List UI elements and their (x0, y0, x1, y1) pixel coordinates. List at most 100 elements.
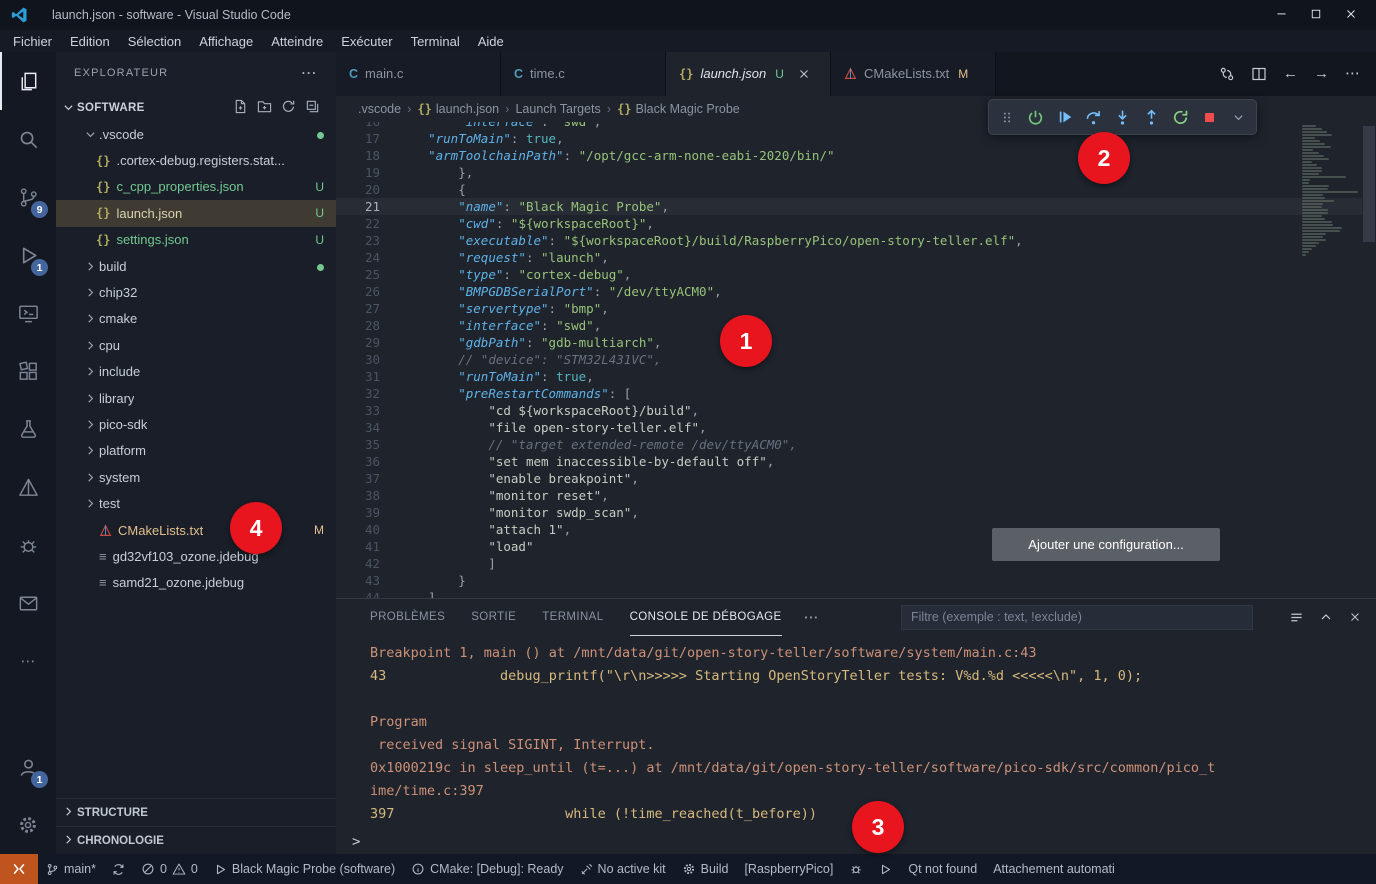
status-cmake-kit[interactable]: No active kit (572, 862, 674, 876)
activity-search[interactable] (0, 110, 56, 168)
tab-launch.json[interactable]: {}launch.jsonU (666, 52, 831, 96)
tree-item-samd21_ozone.jdebug[interactable]: ≡samd21_ozone.jdebug (56, 570, 336, 596)
menu-fichier[interactable]: Fichier (4, 34, 61, 49)
minimize-button[interactable] (1275, 7, 1288, 23)
activity-remote-explorer[interactable] (0, 284, 56, 342)
menu-terminal[interactable]: Terminal (402, 34, 469, 49)
new-folder-button[interactable] (257, 99, 272, 117)
tree-item-CMakeLists.txt[interactable]: CMakeLists.txtM (56, 517, 336, 543)
section-header-chronologie[interactable]: CHRONOLOGIE (56, 826, 336, 854)
maximize-button[interactable] (1310, 8, 1322, 23)
activity-cmake[interactable] (0, 458, 56, 516)
menu-atteindre[interactable]: Atteindre (262, 34, 332, 49)
minimap[interactable] (1302, 125, 1360, 257)
tree-item-.cortex-debug.registers.stat...[interactable]: {}.cortex-debug.registers.stat... (56, 147, 336, 173)
tree-item-cpu[interactable]: cpu (56, 332, 336, 358)
close-button[interactable] (1344, 7, 1358, 24)
status-sync[interactable] (104, 863, 133, 876)
tab-CMakeLists.txt[interactable]: CMakeLists.txtM (831, 52, 996, 96)
tree-item-.vscode[interactable]: .vscode (56, 121, 336, 147)
continue-button[interactable] (1050, 102, 1079, 132)
status-problems[interactable]: 00 (133, 862, 206, 876)
status-git-branch[interactable]: main* (38, 862, 104, 876)
activity-accounts[interactable]: 1 (0, 738, 56, 796)
drag-handle-button[interactable] (992, 102, 1021, 132)
section-header-structure[interactable]: STRUCTURE (56, 798, 336, 826)
add-configuration-button[interactable]: Ajouter une configuration... (992, 528, 1220, 561)
activity-cortex-debug[interactable] (0, 516, 56, 574)
panel-tab-CONSOLE DE DÉBOGAGE[interactable]: CONSOLE DE DÉBOGAGE (630, 599, 782, 636)
close-icon[interactable] (1348, 610, 1362, 624)
status-qt-status[interactable]: Qt not found (900, 862, 985, 876)
menu-affichage[interactable]: Affichage (190, 34, 262, 49)
status-cmake-target[interactable]: [RaspberryPico] (736, 862, 841, 876)
refresh-button[interactable] (281, 99, 296, 117)
tree-item-platform[interactable]: platform (56, 438, 336, 464)
tree-item-system[interactable]: system (56, 464, 336, 490)
tree-item-build[interactable]: build (56, 253, 336, 279)
activity-more-views[interactable]: ⋯ (0, 632, 56, 690)
step-over-button[interactable] (1079, 102, 1108, 132)
menu-sélection[interactable]: Sélection (119, 34, 190, 49)
breadcrumb-item[interactable]: Launch Targets (515, 102, 600, 116)
ellipsis-icon[interactable]: ⋯ (1345, 66, 1360, 81)
tree-item-library[interactable]: library (56, 385, 336, 411)
menu-exécuter[interactable]: Exécuter (332, 34, 401, 49)
breadcrumb-item[interactable]: {}Black Magic Probe (617, 102, 740, 116)
step-into-button[interactable] (1108, 102, 1137, 132)
stop-button[interactable] (1195, 102, 1224, 132)
views-and-more-actions-icon[interactable]: ⋯ (301, 63, 318, 83)
activity-settings[interactable] (0, 796, 56, 854)
menu-aide[interactable]: Aide (469, 34, 513, 49)
split-editor-icon[interactable] (1251, 66, 1267, 82)
chevron-up-icon[interactable] (1319, 610, 1333, 624)
restart-button[interactable] (1166, 102, 1195, 132)
panel-tab-TERMINAL[interactable]: TERMINAL (542, 599, 603, 636)
activity-source-control[interactable]: 9 (0, 168, 56, 226)
open-changes-icon[interactable] (1219, 66, 1235, 82)
tab-time.c[interactable]: Ctime.c (501, 52, 666, 96)
status-cmake-run[interactable] (871, 863, 900, 876)
breadcrumb-item[interactable]: {}launch.json (417, 102, 499, 116)
activity-extensions[interactable] (0, 342, 56, 400)
activity-run-and-debug[interactable]: 1 (0, 226, 56, 284)
code-editor[interactable]: 16 "interface": "swd",17 "runToMain": tr… (336, 122, 1376, 598)
arrow-right-icon[interactable]: → (1314, 66, 1329, 81)
editor-scrollbar[interactable] (1362, 122, 1376, 598)
menu-edition[interactable]: Edition (61, 34, 119, 49)
pause-power-button[interactable] (1021, 102, 1050, 132)
activity-mail[interactable] (0, 574, 56, 632)
tab-main.c[interactable]: Cmain.c (336, 52, 501, 96)
scrollbar-thumb[interactable] (1363, 126, 1375, 242)
status-cmake-debug[interactable] (841, 862, 871, 876)
tree-item-c_cpp_properties.json[interactable]: {}c_cpp_properties.jsonU (56, 174, 336, 200)
tree-item-launch.json[interactable]: {}launch.jsonU (56, 200, 336, 226)
tree-item-include[interactable]: include (56, 359, 336, 385)
tree-item-cmake[interactable]: cmake (56, 306, 336, 332)
step-out-button[interactable] (1137, 102, 1166, 132)
section-header-software[interactable]: SOFTWARE (56, 94, 336, 121)
tree-item-chip32[interactable]: chip32 (56, 279, 336, 305)
stop-menu-button[interactable] (1224, 102, 1253, 132)
new-file-button[interactable] (233, 99, 248, 117)
status-auto-attach[interactable]: Attachement automati (985, 862, 1123, 876)
tree-item-pico-sdk[interactable]: pico-sdk (56, 411, 336, 437)
activity-testing[interactable] (0, 400, 56, 458)
activity-explorer[interactable] (0, 52, 56, 110)
collapse-all-button[interactable] (305, 99, 320, 117)
remote-indicator[interactable] (0, 854, 38, 884)
lines-icon[interactable] (1289, 610, 1304, 625)
status-debug-launch-config[interactable]: Black Magic Probe (software) (206, 862, 403, 876)
tree-item-test[interactable]: test (56, 490, 336, 516)
panel-tab-PROBLÈMES[interactable]: PROBLÈMES (370, 599, 445, 636)
status-cmake-build[interactable]: Build (674, 862, 737, 876)
console-filter-input[interactable] (901, 605, 1253, 630)
ellipsis-icon[interactable]: ⋯ (804, 608, 819, 626)
tree-item-gd32vf103_ozone.jdebug[interactable]: ≡gd32vf103_ozone.jdebug (56, 543, 336, 569)
panel-tab-SORTIE[interactable]: SORTIE (471, 599, 516, 636)
arrow-left-icon[interactable]: ← (1283, 66, 1298, 81)
close-icon[interactable] (797, 67, 811, 81)
tree-item-settings.json[interactable]: {}settings.jsonU (56, 227, 336, 253)
breadcrumb-item[interactable]: .vscode (358, 102, 401, 116)
status-cmake-variant[interactable]: CMake: [Debug]: Ready (403, 862, 571, 876)
